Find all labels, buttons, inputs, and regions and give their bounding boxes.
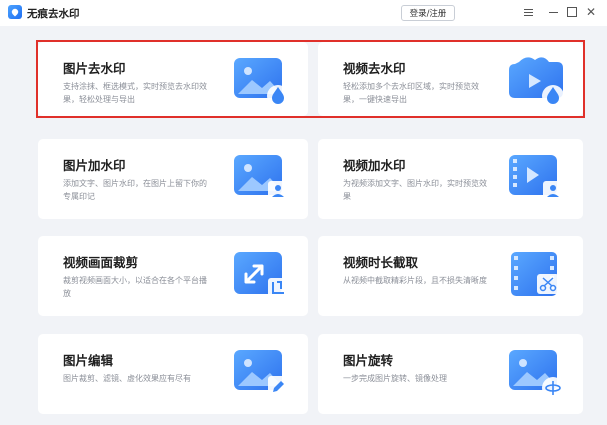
image-stamp-icon [234, 155, 288, 201]
card-image-rotate[interactable]: 图片旋转 一步完成图片旋转、镜像处理 [318, 334, 583, 414]
card-desc: 图片裁剪、滤镜、虚化效果应有尽有 [63, 374, 191, 383]
app-logo-icon [8, 5, 22, 19]
card-title: 图片加水印 [63, 158, 126, 173]
card-video-crop[interactable]: 视频画面裁剪 裁剪视频画面大小，以适合在各个平台播放 [38, 236, 308, 316]
crop-icon [234, 252, 288, 298]
close-icon[interactable]: ✕ [583, 4, 599, 20]
card-image-remove-watermark[interactable]: 图片去水印 支持涂抹、框选模式，实时预览去水印效果，轻松处理与导出 [38, 42, 308, 116]
video-stamp-icon [509, 155, 563, 201]
card-title: 视频画面裁剪 [63, 255, 139, 270]
card-video-trim[interactable]: 视频时长截取 从视频中截取精彩片段，且不损失清晰度 [318, 236, 583, 316]
title-bar: 无痕去水印 登录/注册 ✕ [0, 0, 607, 26]
minimize-icon[interactable] [545, 4, 561, 20]
card-image-add-watermark[interactable]: 图片加水印 添加文字、图片水印，在图片上留下你的专属印记 [38, 139, 308, 219]
card-title: 视频时长截取 [343, 255, 419, 270]
card-image-edit[interactable]: 图片编辑 图片裁剪、滤镜、虚化效果应有尽有 [38, 334, 308, 414]
card-desc: 轻松添加多个去水印区域，实时预览效果，一键快速导出 [343, 82, 479, 104]
card-desc: 从视频中截取精彩片段，且不损失清晰度 [343, 276, 487, 285]
card-video-add-watermark[interactable]: 视频加水印 为视频添加文字、图片水印，实时预览效果 [318, 139, 583, 219]
card-title: 视频去水印 [343, 61, 406, 76]
image-rotate-icon [509, 350, 564, 399]
card-video-remove-watermark[interactable]: 视频去水印 轻松添加多个去水印区域，实时预览效果，一键快速导出 [318, 42, 583, 116]
app-title: 无痕去水印 [27, 8, 80, 20]
image-edit-icon [234, 350, 288, 396]
card-desc: 支持涂抹、框选模式，实时预览去水印效果，轻松处理与导出 [63, 82, 207, 104]
card-title: 图片去水印 [63, 61, 126, 76]
card-desc: 添加文字、图片水印，在图片上留下你的专属印记 [63, 179, 207, 201]
card-title: 图片编辑 [63, 353, 114, 368]
card-desc: 一步完成图片旋转、镜像处理 [343, 374, 447, 383]
card-title: 图片旋转 [343, 353, 394, 368]
card-desc: 为视频添加文字、图片水印，实时预览效果 [343, 179, 487, 201]
card-title: 视频加水印 [343, 158, 406, 173]
video-droplet-icon [509, 57, 564, 107]
image-droplet-icon [234, 58, 289, 107]
film-scissors-icon [511, 252, 559, 296]
card-desc: 裁剪视频画面大小，以适合在各个平台播放 [63, 276, 207, 298]
menu-icon[interactable] [520, 4, 536, 20]
maximize-icon[interactable] [564, 4, 580, 20]
login-register-button[interactable]: 登录/注册 [401, 5, 455, 21]
